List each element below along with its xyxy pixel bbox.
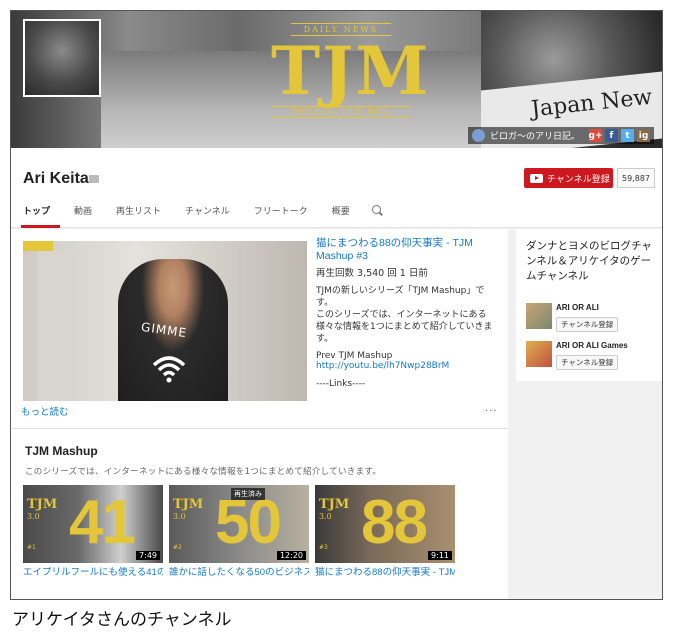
related-channel-name[interactable]: ARI OR ALI — [556, 303, 618, 312]
video-item[interactable]: TJM3.0 50 再生済み #2 12:20 誰かに話したくなる50のビジネス… — [169, 485, 309, 579]
channel-avatar[interactable] — [526, 303, 552, 329]
video-thumbnail[interactable]: TJM 3.0 50 再生済み #2 12:20 — [169, 485, 309, 563]
thumb-badge — [23, 241, 53, 251]
search-icon[interactable] — [371, 205, 381, 214]
featured-video-info: 猫にまつわる88の仰天事実 - TJM Mashup #3 再生回数 3,540… — [316, 237, 496, 389]
video-duration: 12:20 — [276, 551, 306, 560]
thumb-episode: #3 — [319, 544, 328, 551]
read-more-link[interactable]: もっと読む — [21, 404, 69, 418]
prev-mashup-label: Prev TJM Mashup — [316, 351, 393, 361]
thumb-episode: #2 — [173, 544, 182, 551]
video-thumbnail[interactable]: TJM 3.0 88 #3 9:11 — [315, 485, 455, 563]
prev-mashup-link[interactable]: http://youtu.be/lh7Nwp28BrM — [316, 361, 496, 371]
video-thumbnail[interactable]: TJM 3.0 41 #1 7:49 — [23, 485, 163, 563]
tab-discussion[interactable]: フリートーク — [252, 204, 318, 228]
related-channel: ARI OR ALI Games チャンネル登録 — [526, 341, 628, 370]
youtube-icon — [530, 173, 543, 183]
subscriber-count: 59,887 — [617, 168, 655, 188]
tab-playlists[interactable]: 再生リスト — [114, 204, 171, 228]
thumb-episode: #1 — [27, 544, 36, 551]
channel-banner: Japan New DAILY NEWS TJM TORIAEZU JIJIE … — [11, 11, 662, 148]
featured-video-meta: 再生回数 3,540 回 1 日前 — [316, 268, 428, 279]
thumb-background-door — [38, 251, 78, 401]
section-title[interactable]: TJM Mashup — [25, 444, 98, 458]
video-title[interactable]: エイプリルフールにも使える41のウソのようなホントの事実 - — [23, 567, 163, 579]
video-duration: 9:11 — [428, 551, 452, 560]
thumb-number: 50 — [215, 488, 282, 557]
thumb-series-label: TJM 3.0 — [319, 497, 350, 521]
related-subscribe-button[interactable]: チャンネル登録 — [556, 317, 619, 332]
globe-icon — [471, 129, 485, 142]
subscribe-label: チャンネル登録 — [547, 174, 610, 185]
google-plus-icon[interactable]: g+ — [589, 129, 603, 142]
links-label: ----Links---- — [316, 379, 366, 389]
banner-links: ビロガ～のアリ日記。 g+ f t ig — [467, 127, 654, 144]
more-options-icon[interactable]: ... — [485, 403, 498, 414]
channel-avatar[interactable] — [23, 19, 101, 97]
channel-header: Ari Keita チャンネル登録 59,887 トップ 動画 再生リスト チャ… — [11, 148, 662, 228]
channel-avatar[interactable] — [526, 341, 552, 367]
section-description: このシリーズでは、インターネットにある様々な情報を1つにまとめて紹介していきます… — [25, 467, 382, 477]
featured-video-description: TJMの新しいシリーズ「TJM Mashup」です。 このシリーズでは、インター… — [316, 286, 493, 344]
tab-videos[interactable]: 動画 — [72, 204, 102, 228]
thumb-series-label: TJM 3.0 — [27, 497, 58, 521]
thumb-series-label: TJM 3.0 — [173, 497, 204, 521]
related-channel-name[interactable]: ARI OR ALI Games — [556, 341, 628, 350]
tab-top[interactable]: トップ — [21, 204, 61, 228]
video-shelf: TJM3.0 41 #1 7:49 エイプリルフールにも使える41のウソのような… — [23, 485, 455, 579]
logo-main-text: TJM — [271, 32, 431, 110]
logo-bottom-text: TORIAEZU JIJIE MITA — [271, 106, 411, 118]
section-divider — [11, 428, 508, 429]
video-duration: 7:49 — [136, 551, 160, 560]
blog-link[interactable]: ビロガ～のアリ日記。 — [490, 129, 580, 142]
video-title[interactable]: 猫にまつわる88の仰天事実 - TJM Mashup #3 — [315, 567, 455, 579]
video-title[interactable]: 誰かに話したくなる50のビジネスにまつわる事実 - TJM — [169, 567, 309, 579]
channel-tabs: トップ 動画 再生リスト チャンネル フリートーク 概要 — [21, 204, 381, 228]
featured-video-player[interactable]: GIMME — [23, 241, 307, 401]
facebook-icon[interactable]: f — [605, 129, 618, 142]
channel-badge-icon — [89, 175, 99, 183]
tjm-logo: DAILY NEWS TJM TORIAEZU JIJIE MITA — [271, 23, 431, 133]
youtube-channel-page: Japan New DAILY NEWS TJM TORIAEZU JIJIE … — [10, 10, 663, 600]
watched-badge: 再生済み — [231, 488, 265, 500]
subscribe-button[interactable]: チャンネル登録 — [524, 168, 613, 188]
related-subscribe-button[interactable]: チャンネル登録 — [556, 355, 619, 370]
tab-about[interactable]: 概要 — [330, 204, 360, 228]
wifi-icon — [152, 356, 186, 383]
thumb-number: 88 — [361, 488, 428, 557]
video-item[interactable]: TJM3.0 41 #1 7:49 エイプリルフールにも使える41のウソのような… — [23, 485, 163, 579]
featured-video-title[interactable]: 猫にまつわる88の仰天事実 - TJM Mashup #3 — [316, 237, 496, 263]
channel-name[interactable]: Ari Keita — [23, 170, 89, 188]
tab-channels[interactable]: チャンネル — [183, 204, 240, 228]
sidebar-title: ダンナとヨメのビログチャンネル＆アリケイタのゲームチャンネル — [526, 240, 652, 282]
thumb-number: 41 — [69, 488, 136, 557]
instagram-icon[interactable]: ig — [637, 129, 650, 142]
figure-caption: アリケイタさんのチャンネル — [12, 610, 232, 630]
twitter-icon[interactable]: t — [621, 129, 634, 142]
main-content: GIMME 猫にまつわる88の仰天事実 - TJM Mashup #3 再生回数… — [11, 229, 508, 599]
related-channels-sidebar: ダンナとヨメのビログチャンネル＆アリケイタのゲームチャンネル ARI OR AL… — [516, 229, 662, 381]
related-channel: ARI OR ALI チャンネル登録 — [526, 303, 619, 332]
video-item[interactable]: TJM3.0 88 #3 9:11 猫にまつわる88の仰天事実 - TJM Ma… — [315, 485, 455, 579]
